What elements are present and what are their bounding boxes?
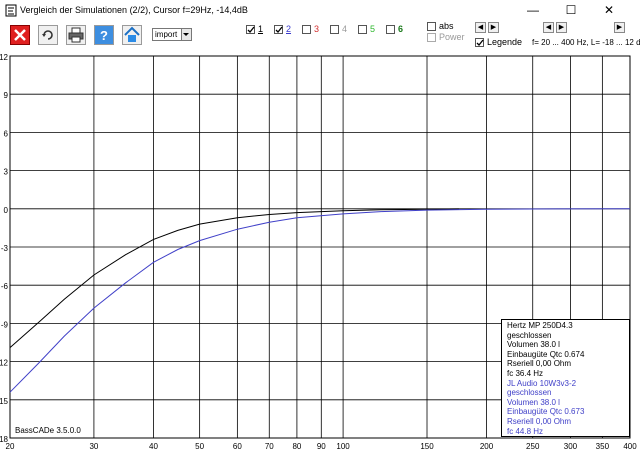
x-tick-label: 90 bbox=[317, 442, 326, 451]
x-tick-label: 70 bbox=[265, 442, 274, 451]
home-icon bbox=[124, 26, 140, 42]
window-title: Vergleich der Simulationen (2/2), Cursor… bbox=[20, 5, 248, 15]
range-left-button-2[interactable]: ◀ bbox=[543, 22, 554, 33]
toolbar: ? import 1 2 3 4 5 6 abs Power ◀ ▶ ◀ ▶ ▶… bbox=[0, 21, 640, 53]
printer-icon bbox=[68, 27, 84, 43]
x-tick-label: 80 bbox=[292, 442, 301, 451]
x-tick-label: 150 bbox=[420, 442, 434, 451]
y-tick-label: 6 bbox=[4, 129, 9, 138]
refresh-icon bbox=[42, 30, 53, 40]
y-tick-label: 3 bbox=[4, 168, 9, 177]
title-bar: Vergleich der Simulationen (2/2), Cursor… bbox=[0, 0, 640, 22]
arrow-right-icon: ▶ bbox=[616, 24, 623, 31]
close-simulation-button[interactable] bbox=[10, 25, 30, 45]
power-checkbox[interactable] bbox=[427, 33, 436, 42]
range-right-button-3[interactable]: ▶ bbox=[614, 22, 625, 33]
legend-box: Hertz MP 250D4.3 geschlossen Volumen 38.0 … bbox=[501, 319, 630, 437]
chevron-down-icon bbox=[181, 29, 191, 40]
import-select[interactable]: import bbox=[152, 28, 192, 41]
x-tick-label: 400 bbox=[623, 442, 637, 451]
range-text: f= 20 ... 400 Hz, L= -18 ... 12 dB bbox=[532, 38, 640, 47]
range-right-button-1[interactable]: ▶ bbox=[488, 22, 499, 33]
import-select-value: import bbox=[155, 30, 178, 39]
x-tick-label: 300 bbox=[564, 442, 578, 451]
checkmark-icon bbox=[476, 39, 484, 46]
checkmark-icon bbox=[275, 26, 283, 33]
y-tick-label: -3 bbox=[1, 244, 9, 253]
svg-text:?: ? bbox=[100, 28, 108, 43]
y-tick-label: -18 bbox=[0, 435, 9, 444]
sim-6-label: 6 bbox=[398, 24, 404, 34]
y-tick-label: 9 bbox=[4, 91, 9, 100]
sim-2-label: 2 bbox=[286, 24, 292, 34]
x-tick-label: 200 bbox=[480, 442, 494, 451]
legend-line: fc 44.8 Hz bbox=[507, 426, 544, 436]
legend-line: geschlossen bbox=[507, 388, 552, 398]
legend-line: Einbaugüte Qtc 0.674 bbox=[507, 349, 585, 359]
x-tick-label: 250 bbox=[526, 442, 540, 451]
checkmark-icon bbox=[247, 26, 255, 33]
minimize-button[interactable]: — bbox=[518, 0, 548, 22]
range-left-button-1[interactable]: ◀ bbox=[475, 22, 486, 33]
sim-4-label: 4 bbox=[342, 24, 348, 34]
help-button[interactable]: ? bbox=[94, 25, 114, 45]
x-tick-label: 30 bbox=[89, 442, 98, 451]
home-button[interactable] bbox=[122, 25, 142, 45]
sim-6-checkbox[interactable] bbox=[386, 25, 395, 34]
x-tick-label: 50 bbox=[195, 442, 204, 451]
arrow-right-icon: ▶ bbox=[490, 24, 497, 31]
sim-3-checkbox[interactable] bbox=[302, 25, 311, 34]
refresh-button[interactable] bbox=[38, 25, 58, 45]
maximize-button[interactable]: ☐ bbox=[556, 0, 586, 22]
legend-line: fc 36.4 Hz bbox=[507, 369, 544, 378]
arrow-left-icon: ◀ bbox=[477, 24, 484, 31]
power-label: Power bbox=[439, 32, 465, 42]
arrow-right-icon: ▶ bbox=[558, 24, 565, 31]
legend-line: Rseriell 0,00 Ohm bbox=[507, 417, 572, 426]
range-right-button-2[interactable]: ▶ bbox=[556, 22, 567, 33]
abs-checkbox[interactable] bbox=[427, 22, 436, 31]
legend-line: Volumen 38.0 l bbox=[507, 340, 560, 350]
abs-label: abs bbox=[439, 21, 454, 31]
version-label: BassCADe 3.5.0.0 bbox=[15, 426, 81, 435]
y-tick-label: -9 bbox=[1, 320, 9, 329]
sim-2-checkbox[interactable] bbox=[274, 25, 283, 34]
sim-5-label: 5 bbox=[370, 24, 376, 34]
legend-line: Einbaugüte Qtc 0.673 bbox=[507, 407, 585, 417]
print-button[interactable] bbox=[66, 25, 86, 45]
legend-line: JL Audio 10W3v3-2 bbox=[507, 378, 577, 388]
y-tick-label: -12 bbox=[0, 359, 9, 368]
x-tick-label: 40 bbox=[149, 442, 158, 451]
close-window-button[interactable]: ✕ bbox=[594, 0, 624, 22]
legend-line: Hertz MP 250D4.3 bbox=[507, 321, 573, 330]
sim-4-checkbox[interactable] bbox=[330, 25, 339, 34]
sim-3-label: 3 bbox=[314, 24, 320, 34]
y-tick-label: -6 bbox=[1, 282, 9, 291]
y-tick-label: -15 bbox=[0, 397, 9, 406]
app-logo-icon bbox=[5, 4, 17, 17]
red-x-icon bbox=[14, 29, 26, 41]
legend-line: Volumen 38.0 l bbox=[507, 397, 560, 407]
sim-5-checkbox[interactable] bbox=[358, 25, 367, 34]
legend-line: geschlossen bbox=[507, 330, 552, 340]
x-tick-label: 60 bbox=[233, 442, 242, 451]
legende-label: Legende bbox=[487, 37, 523, 47]
sim-1-label: 1 bbox=[258, 24, 264, 34]
y-tick-label: 0 bbox=[4, 206, 9, 215]
legend-line: Rseriell 0,00 Ohm bbox=[507, 359, 572, 369]
x-tick-label: 350 bbox=[596, 442, 610, 451]
legende-checkbox[interactable] bbox=[475, 38, 484, 47]
help-icon: ? bbox=[100, 28, 108, 43]
sim-1-checkbox[interactable] bbox=[246, 25, 255, 34]
x-tick-label: 100 bbox=[336, 442, 350, 451]
y-tick-label: 12 bbox=[0, 53, 9, 62]
arrow-left-icon: ◀ bbox=[545, 24, 552, 31]
